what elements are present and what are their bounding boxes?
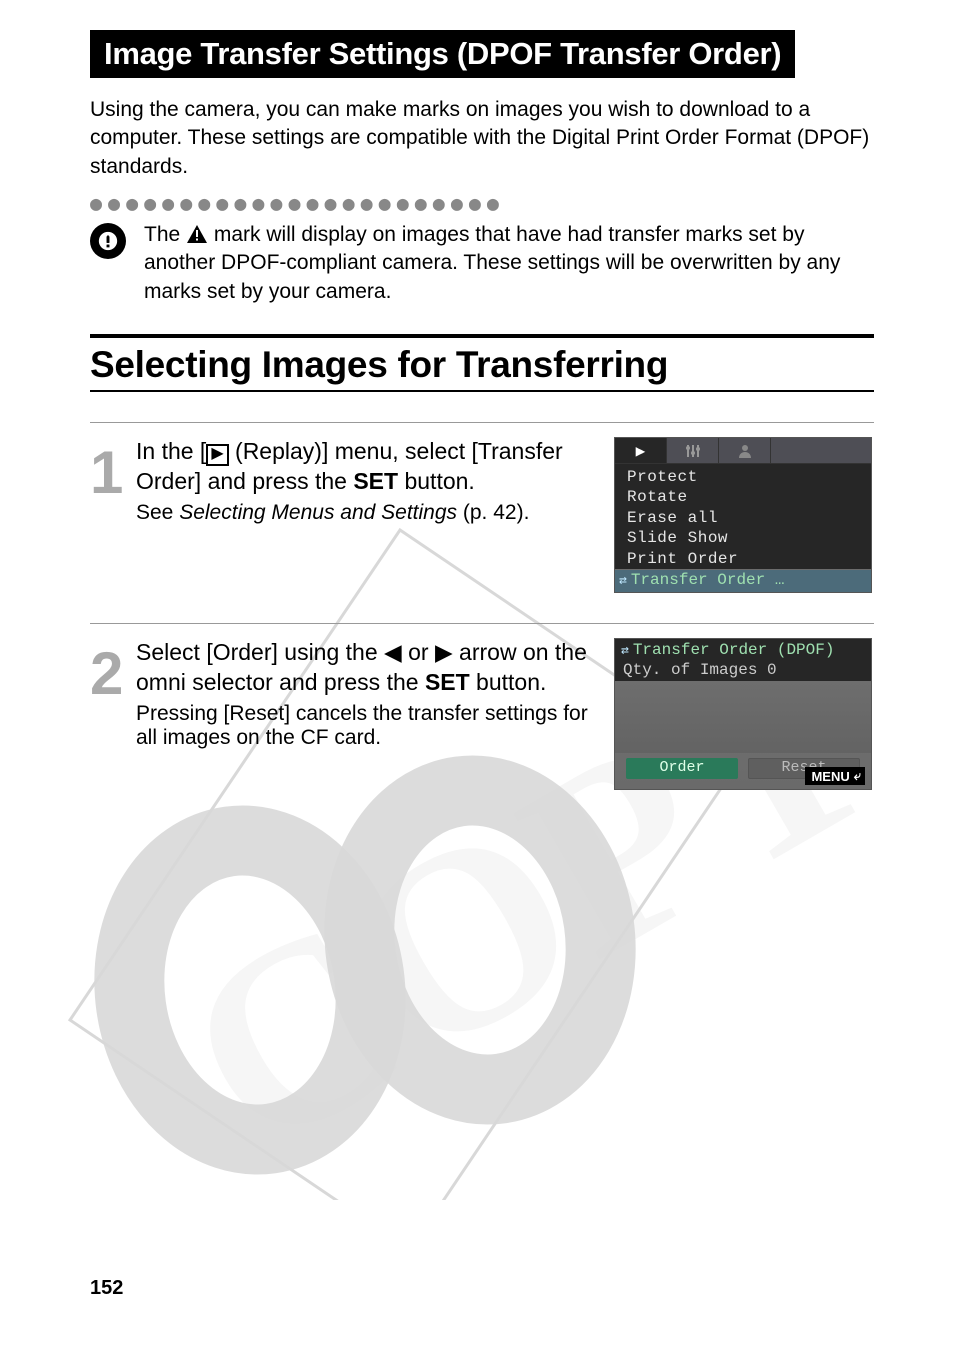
menu-item: Erase all — [615, 508, 871, 528]
menu-item: Slide Show — [615, 528, 871, 548]
transfer-icon: ⇄ — [619, 573, 627, 588]
subsection-heading: Selecting Images for Transferring — [90, 334, 874, 392]
lcd-menu-badge: MENU ⤶ — [805, 767, 865, 785]
lcd-transfer-order: ⇄ Transfer Order (DPOF) Qty. of Images 0… — [614, 638, 872, 790]
step-2-instruction: Select [Order] using the ◀ or ▶ arrow on… — [136, 638, 596, 698]
right-arrow-icon: ▶ — [435, 639, 453, 665]
lcd-tab-mycamera-icon — [719, 438, 771, 463]
step-2: 2 Select [Order] using the ◀ or ▶ arrow … — [90, 623, 874, 820]
menu-item: Print Order — [615, 549, 871, 569]
transfer-icon: ⇄ — [621, 643, 629, 658]
step-1-reference: See Selecting Menus and Settings (p. 42)… — [136, 501, 596, 525]
step-number: 2 — [90, 650, 130, 790]
page-title: Image Transfer Settings (DPOF Transfer O… — [90, 30, 795, 78]
left-arrow-icon: ◀ — [384, 639, 402, 665]
menu-item-selected: ⇄ Transfer Order … — [615, 570, 871, 592]
playback-icon: ▶ — [206, 444, 228, 466]
page-number: 152 — [90, 1277, 123, 1300]
caution-icon — [90, 223, 126, 259]
menu-item: Protect — [615, 467, 871, 487]
caution-text: The mark will display on images that hav… — [144, 221, 874, 306]
step-2-note: Pressing [Reset] cancels the transfer se… — [136, 702, 596, 750]
lcd-order-button: Order — [626, 758, 738, 779]
menu-item: Rotate — [615, 487, 871, 507]
step-number: 1 — [90, 449, 130, 593]
lcd-replay-menu: ▶ Protect Rotate Erase all Slide Show Pr… — [614, 437, 872, 593]
step-1-instruction: In the [▶ (Replay)] menu, select [Transf… — [136, 437, 596, 497]
lcd-tab-play-icon: ▶ — [615, 438, 667, 463]
lcd-screen-title: ⇄ Transfer Order (DPOF) — [615, 639, 871, 661]
return-icon: ⤶ — [854, 768, 861, 784]
lcd-tab-setup-icon — [667, 438, 719, 463]
intro-paragraph: Using the camera, you can make marks on … — [90, 96, 874, 181]
lcd-qty-row: Qty. of Images 0 — [615, 661, 871, 681]
warning-triangle-icon — [186, 224, 208, 244]
divider-dots: ●●●●●●●●●●●●●●●●●●●●●●● — [90, 191, 874, 215]
step-1: 1 In the [▶ (Replay)] menu, select [Tran… — [90, 422, 874, 623]
